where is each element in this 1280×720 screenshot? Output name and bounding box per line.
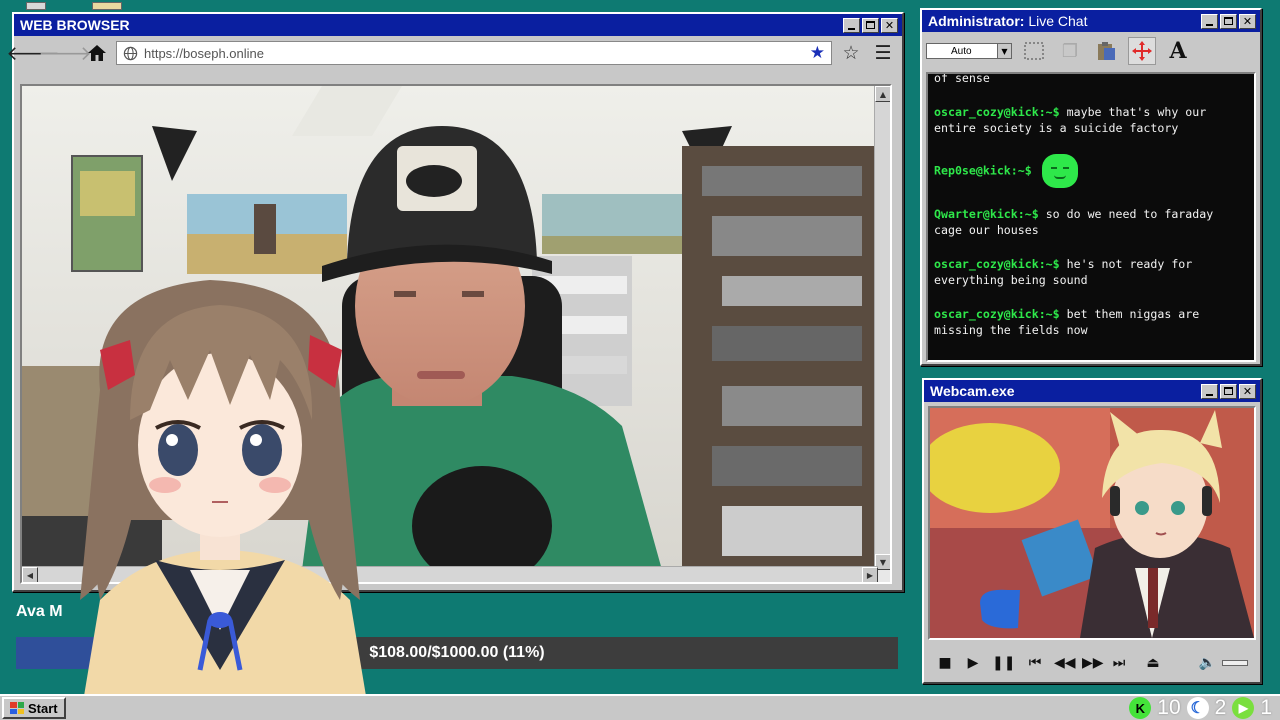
kick-icon[interactable]: K: [1129, 697, 1152, 719]
chat-username[interactable]: Rep0se@kick:~$: [934, 164, 1032, 178]
system-tray: K 10 ☾ 2 ▶ 1: [1129, 696, 1278, 720]
chat-username[interactable]: oscar_cozy@kick:~$: [934, 257, 1060, 271]
eject-icon[interactable]: ⏏: [1144, 655, 1162, 671]
desktop-icon[interactable]: [92, 2, 122, 10]
browser-titlebar[interactable]: WEB BROWSER ✕: [14, 14, 902, 36]
rumble-count: 1: [1260, 696, 1272, 719]
desktop-icon[interactable]: [26, 2, 46, 10]
chat-message: oscar_cozy@kick:~$ bet them niggas are m…: [934, 306, 1248, 338]
play-icon[interactable]: ▶: [964, 655, 982, 671]
forward-button[interactable]: 🡒: [38, 40, 92, 66]
moon-count: 2: [1214, 696, 1227, 719]
volume-icon[interactable]: 🔈: [1199, 655, 1216, 671]
taskbar: Start K 10 ☾ 2 ▶ 1: [0, 694, 1280, 720]
maximize-button[interactable]: [1220, 13, 1237, 29]
home-button[interactable]: [84, 40, 110, 66]
copy-icon[interactable]: ❐: [1056, 37, 1084, 65]
media-controls: ■ ▶ ❚❚ ⏮ ◀◀ ▶▶ ⏭ ⏏ 🔈: [928, 646, 1256, 680]
minimize-button[interactable]: [1201, 13, 1218, 29]
chat-message: Rep0se@kick:~$: [934, 154, 1248, 188]
anime-boy-illustration: [930, 408, 1254, 638]
maximize-icon: [866, 21, 875, 29]
volume-slider[interactable]: [1222, 660, 1248, 666]
home-icon: [88, 45, 106, 61]
auto-select-value: Auto: [951, 45, 972, 57]
minimize-icon: [1206, 393, 1213, 396]
fast-forward-icon[interactable]: ▶▶: [1082, 655, 1104, 671]
favorite-star-icon[interactable]: ☆: [838, 40, 864, 66]
skip-back-icon[interactable]: ⏮: [1026, 655, 1044, 671]
scroll-left-arrow[interactable]: ◀: [22, 567, 38, 582]
minimize-icon: [1206, 23, 1213, 26]
globe-icon: [123, 46, 138, 60]
live-chat-window: Administrator: Live Chat ✕ Auto ▼ ❐ A of…: [920, 8, 1262, 366]
rumble-icon[interactable]: ▶: [1232, 697, 1255, 719]
rewind-icon[interactable]: ◀◀: [1054, 655, 1076, 671]
chat-log[interactable]: of sense oscar_cozy@kick:~$ maybe that's…: [926, 72, 1256, 362]
paste-icon[interactable]: [1092, 37, 1120, 65]
marquee-select-icon[interactable]: [1020, 37, 1048, 65]
minimize-icon: [848, 27, 855, 30]
pause-icon[interactable]: ❚❚: [992, 655, 1015, 671]
chat-titlebar[interactable]: Administrator: Live Chat ✕: [922, 10, 1260, 32]
chevron-down-icon[interactable]: ▼: [997, 44, 1011, 58]
webcam-window: Webcam.exe ✕ ■ ▶ ❚❚ ⏮ ◀◀ ▶▶ ⏭ ⏏ 🔈: [922, 378, 1262, 684]
font-icon[interactable]: A: [1164, 37, 1192, 65]
chat-partial-line: of sense: [934, 72, 990, 85]
auto-select[interactable]: Auto ▼: [926, 43, 1012, 59]
maximize-icon: [1224, 17, 1233, 25]
vertical-scrollbar[interactable]: ▲ ▼: [874, 86, 890, 570]
scroll-right-arrow[interactable]: ▶: [862, 567, 878, 582]
hamburger-menu-icon[interactable]: ☰: [870, 40, 896, 66]
skip-forward-icon[interactable]: ⏭: [1110, 655, 1128, 671]
chat-title: Administrator: Live Chat: [928, 13, 1199, 29]
chat-title-rest: Live Chat: [1024, 13, 1088, 29]
close-button[interactable]: ✕: [1239, 383, 1256, 399]
browser-title: WEB BROWSER: [20, 17, 130, 33]
green-blob-emote-icon: [1041, 154, 1078, 188]
bookmark-star-icon[interactable]: ★: [810, 43, 825, 63]
minimize-button[interactable]: [1201, 383, 1218, 399]
browser-toolbar: 🡐 🡒 https://boseph.online ★ ☆ ☰: [6, 36, 902, 70]
start-label: Start: [28, 700, 58, 716]
donor-name: Ava M: [16, 603, 63, 620]
maximize-button[interactable]: [1220, 383, 1237, 399]
url-text[interactable]: https://boseph.online: [144, 46, 804, 61]
chat-message: oscar_cozy@kick:~$ he's not ready for ev…: [934, 256, 1248, 288]
kick-count: 10: [1157, 696, 1181, 719]
stop-icon[interactable]: ■: [936, 655, 954, 671]
chat-username[interactable]: oscar_cozy@kick:~$: [934, 105, 1060, 119]
webcam-titlebar[interactable]: Webcam.exe ✕: [924, 380, 1260, 402]
close-button[interactable]: ✕: [1239, 13, 1256, 29]
volume-control[interactable]: 🔈: [1199, 655, 1248, 671]
vtuber-avatar: [80, 280, 370, 720]
windows-logo-icon: [10, 702, 24, 714]
moon-icon[interactable]: ☾: [1186, 697, 1209, 719]
scroll-up-arrow[interactable]: ▲: [875, 86, 890, 102]
chat-username[interactable]: Qwarter@kick:~$: [934, 207, 1039, 221]
chat-toolbar: Auto ▼ ❐ A: [922, 32, 1260, 70]
webcam-view: [928, 406, 1256, 640]
minimize-button[interactable]: [843, 17, 860, 33]
chat-username[interactable]: oscar_cozy@kick:~$: [934, 307, 1060, 321]
move-icon[interactable]: [1128, 37, 1156, 65]
chat-title-bold: Administrator:: [928, 13, 1025, 29]
webcam-title: Webcam.exe: [930, 383, 1015, 399]
close-button[interactable]: ✕: [881, 17, 898, 33]
chat-message: Qwarter@kick:~$ so do we need to faraday…: [934, 206, 1248, 238]
start-button[interactable]: Start: [2, 697, 66, 719]
maximize-icon: [1224, 387, 1233, 395]
address-bar[interactable]: https://boseph.online ★: [116, 41, 832, 65]
chat-message: oscar_cozy@kick:~$ maybe that's why our …: [934, 104, 1248, 136]
maximize-button[interactable]: [862, 17, 879, 33]
